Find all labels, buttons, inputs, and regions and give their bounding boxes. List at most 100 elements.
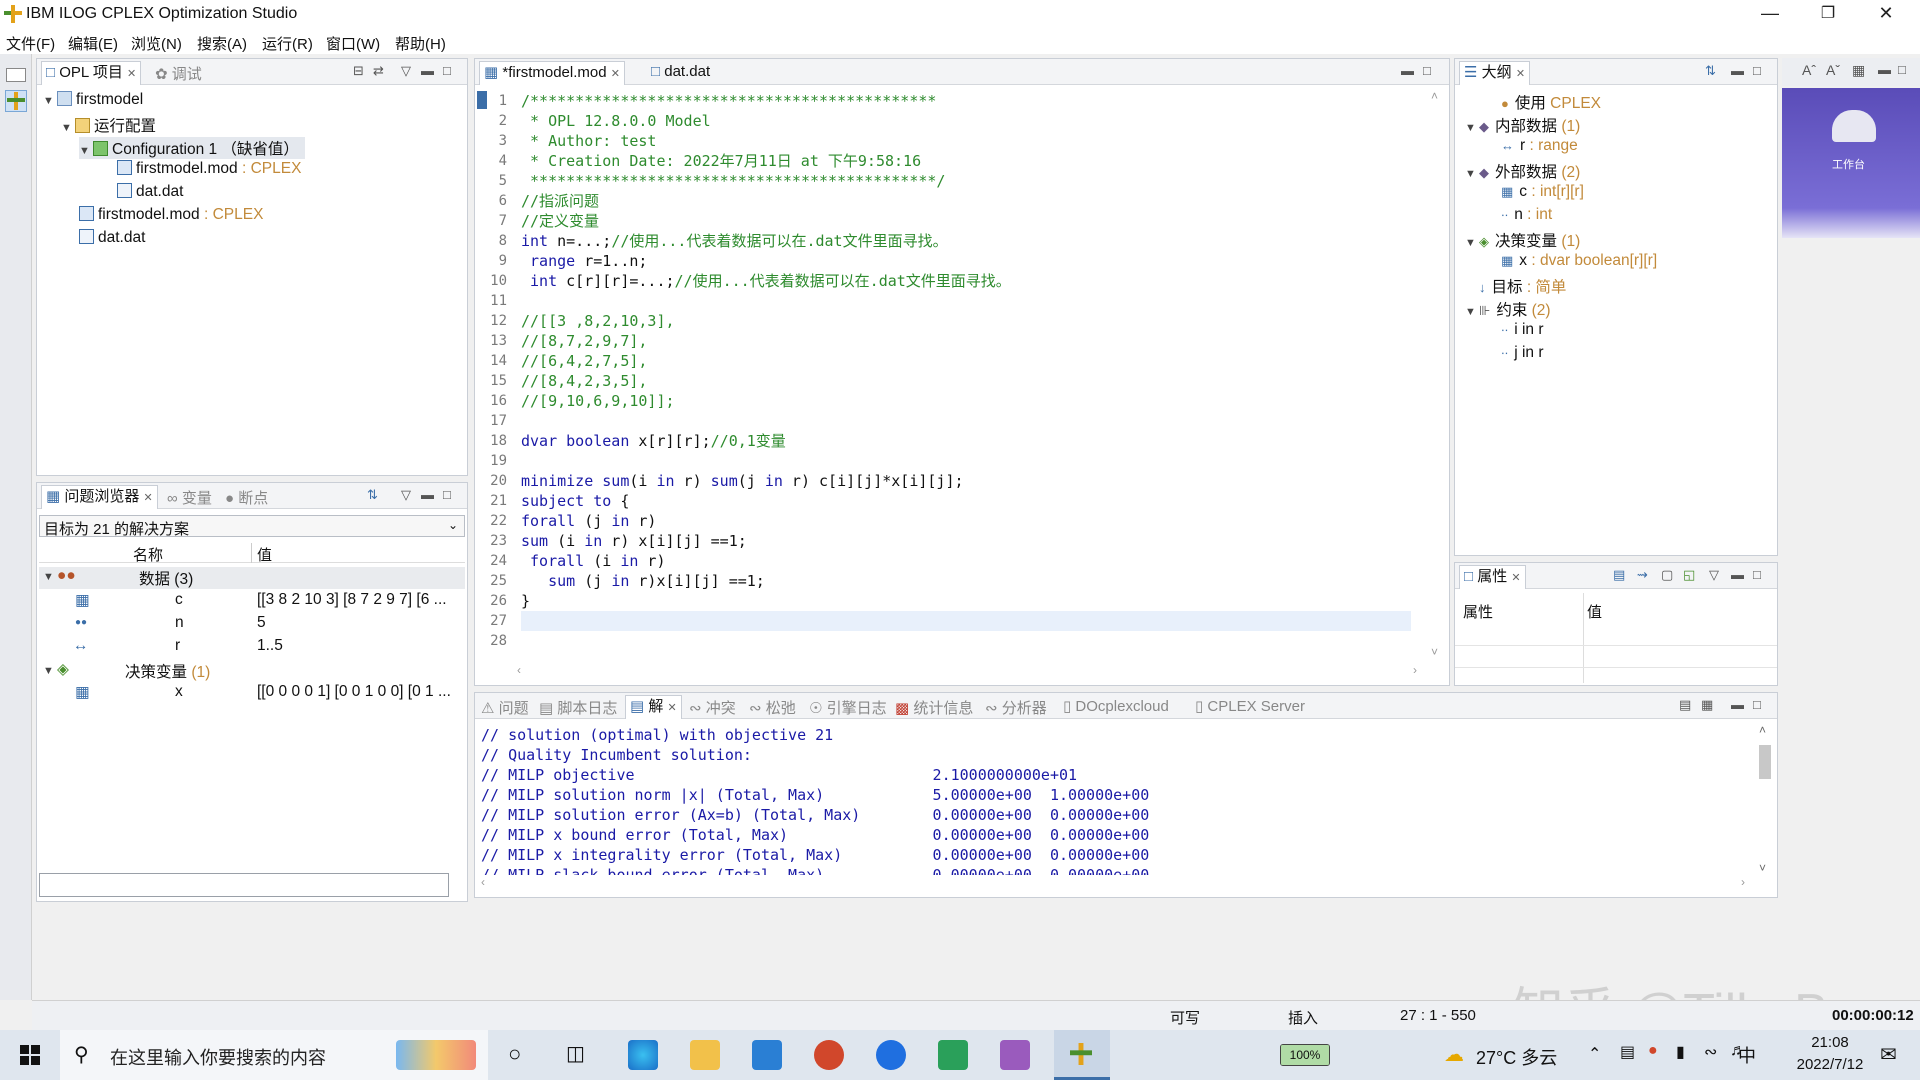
minimize-panel-icon[interactable]: ▬ — [421, 63, 434, 78]
outline-item[interactable]: ▼ ⊪ 约束 (2) — [1465, 298, 1551, 320]
close-tab-icon[interactable]: ✕ — [668, 702, 677, 714]
code-line[interactable]: //指派问题 — [521, 191, 1411, 211]
code-line[interactable]: //[9,10,6,9,10]]; — [521, 391, 1411, 411]
code-line[interactable]: dvar boolean x[r][r];//0,1变量 — [521, 431, 1411, 451]
close-icon[interactable]: ✕ — [1866, 3, 1906, 27]
code-line[interactable]: * Author: test — [521, 131, 1411, 151]
tab-conflicts[interactable]: ∾ 冲突 — [689, 697, 736, 718]
ime-indicator[interactable]: 中 — [1738, 1042, 1756, 1068]
maximize-panel-icon[interactable]: □ — [1753, 567, 1761, 582]
code-line[interactable]: //[6,4,2,7,5], — [521, 351, 1411, 371]
data-group-row[interactable]: ▼ ●● 数据 (3) — [39, 567, 465, 589]
expand-icon[interactable]: ▼ — [1465, 237, 1479, 249]
code-line[interactable]: /***************************************… — [521, 91, 1411, 111]
cortana-icon[interactable]: ○ — [508, 1041, 521, 1067]
battery-indicator[interactable]: 100% — [1280, 1044, 1330, 1066]
menu-navigate[interactable]: 浏览(N) — [131, 33, 182, 54]
code-line[interactable]: forall (j in r) — [521, 511, 1411, 531]
link-editor-icon[interactable]: ⇄ — [373, 63, 384, 79]
outline-item[interactable]: ∙∙ i in r — [1487, 321, 1544, 339]
pdf-icon[interactable] — [938, 1040, 968, 1070]
code-line[interactable]: //[8,4,2,3,5], — [521, 371, 1411, 391]
menu-run[interactable]: 运行(R) — [262, 33, 313, 54]
vertical-scrollbar[interactable]: ˄ ˅ — [1431, 89, 1443, 659]
cplex-taskbar-button[interactable] — [1054, 1030, 1110, 1080]
code-line[interactable]: //[8,7,2,9,7], — [521, 331, 1411, 351]
minimize-panel-icon[interactable]: ▬ — [1731, 567, 1744, 582]
view-menu-icon[interactable]: ▽ — [401, 63, 411, 79]
code-line[interactable]: int n=...;//使用...代表着数据可以在.dat文件里面寻找。 — [521, 231, 1411, 251]
wifi-icon[interactable]: ∾ — [1704, 1042, 1717, 1062]
paint-icon[interactable] — [1000, 1040, 1030, 1070]
view-menu-icon[interactable] — [6, 68, 26, 82]
tab-solution[interactable]: ▤ 解 ✕ — [625, 695, 682, 719]
tab-breakpoints[interactable]: ● 断点 — [225, 487, 268, 508]
expression-input[interactable] — [39, 873, 449, 897]
tab-engine-log[interactable]: ☉ 引擎日志 — [809, 697, 887, 718]
tab-dat-dat[interactable]: □ dat.dat — [651, 63, 710, 80]
menu-file[interactable]: 文件(F) — [6, 33, 55, 54]
opl-perspective-icon[interactable] — [5, 90, 27, 112]
expand-icon[interactable]: ▼ — [1465, 306, 1479, 318]
tree-config-mod[interactable]: firstmodel.mod : CPLEX — [117, 160, 301, 178]
minimize-panel-icon[interactable]: ▬ — [1731, 63, 1744, 78]
close-tab-icon[interactable]: ✕ — [611, 68, 620, 80]
categories-icon[interactable]: ▤ — [1613, 567, 1625, 583]
layout-icon[interactable]: ▦ — [1852, 62, 1865, 79]
view-menu-icon[interactable]: ▽ — [1709, 567, 1719, 583]
sort-icon[interactable]: ⇅ — [1705, 63, 1716, 79]
tree-project-root[interactable]: ▼ firstmodel — [43, 91, 143, 109]
code-line[interactable]: } — [521, 591, 1411, 611]
pin-icon[interactable]: ▦ — [1701, 697, 1713, 713]
pin-icon[interactable]: ◱ — [1683, 567, 1695, 583]
maximize-panel-icon[interactable]: □ — [1423, 63, 1431, 78]
maximize-panel-icon[interactable]: □ — [1753, 697, 1761, 712]
tab-variables[interactable]: ∞ 变量 — [167, 487, 212, 508]
weather-text[interactable]: 27°C 多云 — [1476, 1044, 1557, 1070]
file-explorer-icon[interactable] — [690, 1040, 720, 1070]
horizontal-scrollbar[interactable]: ‹ › — [517, 663, 1417, 679]
font-size-icon[interactable]: Aˆ — [1802, 62, 1816, 78]
tab-statistics[interactable]: ▩ 统计信息 — [895, 697, 973, 718]
code-line[interactable] — [521, 451, 1411, 471]
maximize-panel-icon[interactable]: □ — [443, 63, 451, 78]
code-line[interactable]: int c[r][r]=...;//使用...代表着数据可以在.dat文件里面寻… — [521, 271, 1411, 291]
notification-icon[interactable]: ✉ — [1880, 1042, 1897, 1067]
expand-icon[interactable]: ▼ — [61, 122, 75, 134]
outline-item[interactable]: ∙∙ j in r — [1487, 344, 1544, 362]
expand-icon[interactable]: ▼ — [43, 95, 57, 107]
tab-firstmodel-mod[interactable]: ▦ *firstmodel.mod ✕ — [479, 61, 625, 85]
restore-icon[interactable]: ❐ — [1808, 3, 1848, 27]
minimize-panel-icon[interactable]: ▬ — [1401, 63, 1414, 78]
code-line[interactable]: ****************************************… — [521, 171, 1411, 191]
horizontal-scrollbar[interactable]: ‹ › — [481, 875, 1745, 891]
expand-icon[interactable]: ▼ — [79, 145, 93, 157]
outline-item[interactable]: ↓ 目标 : 简单 — [1465, 275, 1566, 297]
collapse-icon[interactable]: ▢ — [1661, 567, 1673, 583]
outline-item[interactable]: ▼ ◈ 决策变量 (1) — [1465, 229, 1580, 251]
tab-opl-project[interactable]: □ OPL 项目 ✕ — [41, 61, 142, 85]
powerpoint-icon[interactable] — [814, 1040, 844, 1070]
battery-tray-icon[interactable]: ▮ — [1676, 1042, 1685, 1062]
code-line[interactable]: //[[3 ,8,2,10,3], — [521, 311, 1411, 331]
maximize-panel-icon[interactable]: □ — [443, 487, 451, 502]
filter-icon[interactable]: ⇝ — [1637, 567, 1648, 583]
clear-icon[interactable]: ▤ — [1679, 697, 1691, 713]
taskbar-search[interactable]: ⚲ 在这里输入你要搜索的内容 — [60, 1030, 488, 1080]
maximize-panel-icon[interactable]: □ — [1753, 63, 1761, 78]
mail-icon[interactable] — [752, 1040, 782, 1070]
tab-properties[interactable]: □ 属性 ✕ — [1459, 565, 1526, 589]
tab-problem-browser[interactable]: ▦ 问题浏览器 ✕ — [41, 485, 158, 509]
tab-cplex-server[interactable]: ▯ CPLEX Server — [1195, 697, 1305, 715]
workbench-panel[interactable]: 工作台 — [1782, 88, 1920, 238]
clock-date[interactable]: 2022/7/12 — [1782, 1056, 1878, 1073]
font-size-down-icon[interactable]: Aˇ — [1826, 62, 1840, 78]
vertical-scrollbar[interactable]: ˄ ˅ — [1757, 723, 1773, 875]
tab-outline[interactable]: ☰ 大纲 ✕ — [1459, 61, 1531, 85]
code-line[interactable] — [521, 291, 1411, 311]
close-tab-icon[interactable]: ✕ — [127, 68, 136, 80]
menu-help[interactable]: 帮助(H) — [395, 33, 446, 54]
expand-icon[interactable]: ▼ — [1465, 122, 1479, 134]
close-tab-icon[interactable]: ✕ — [1511, 572, 1520, 584]
windows-start-icon[interactable] — [20, 1045, 40, 1065]
